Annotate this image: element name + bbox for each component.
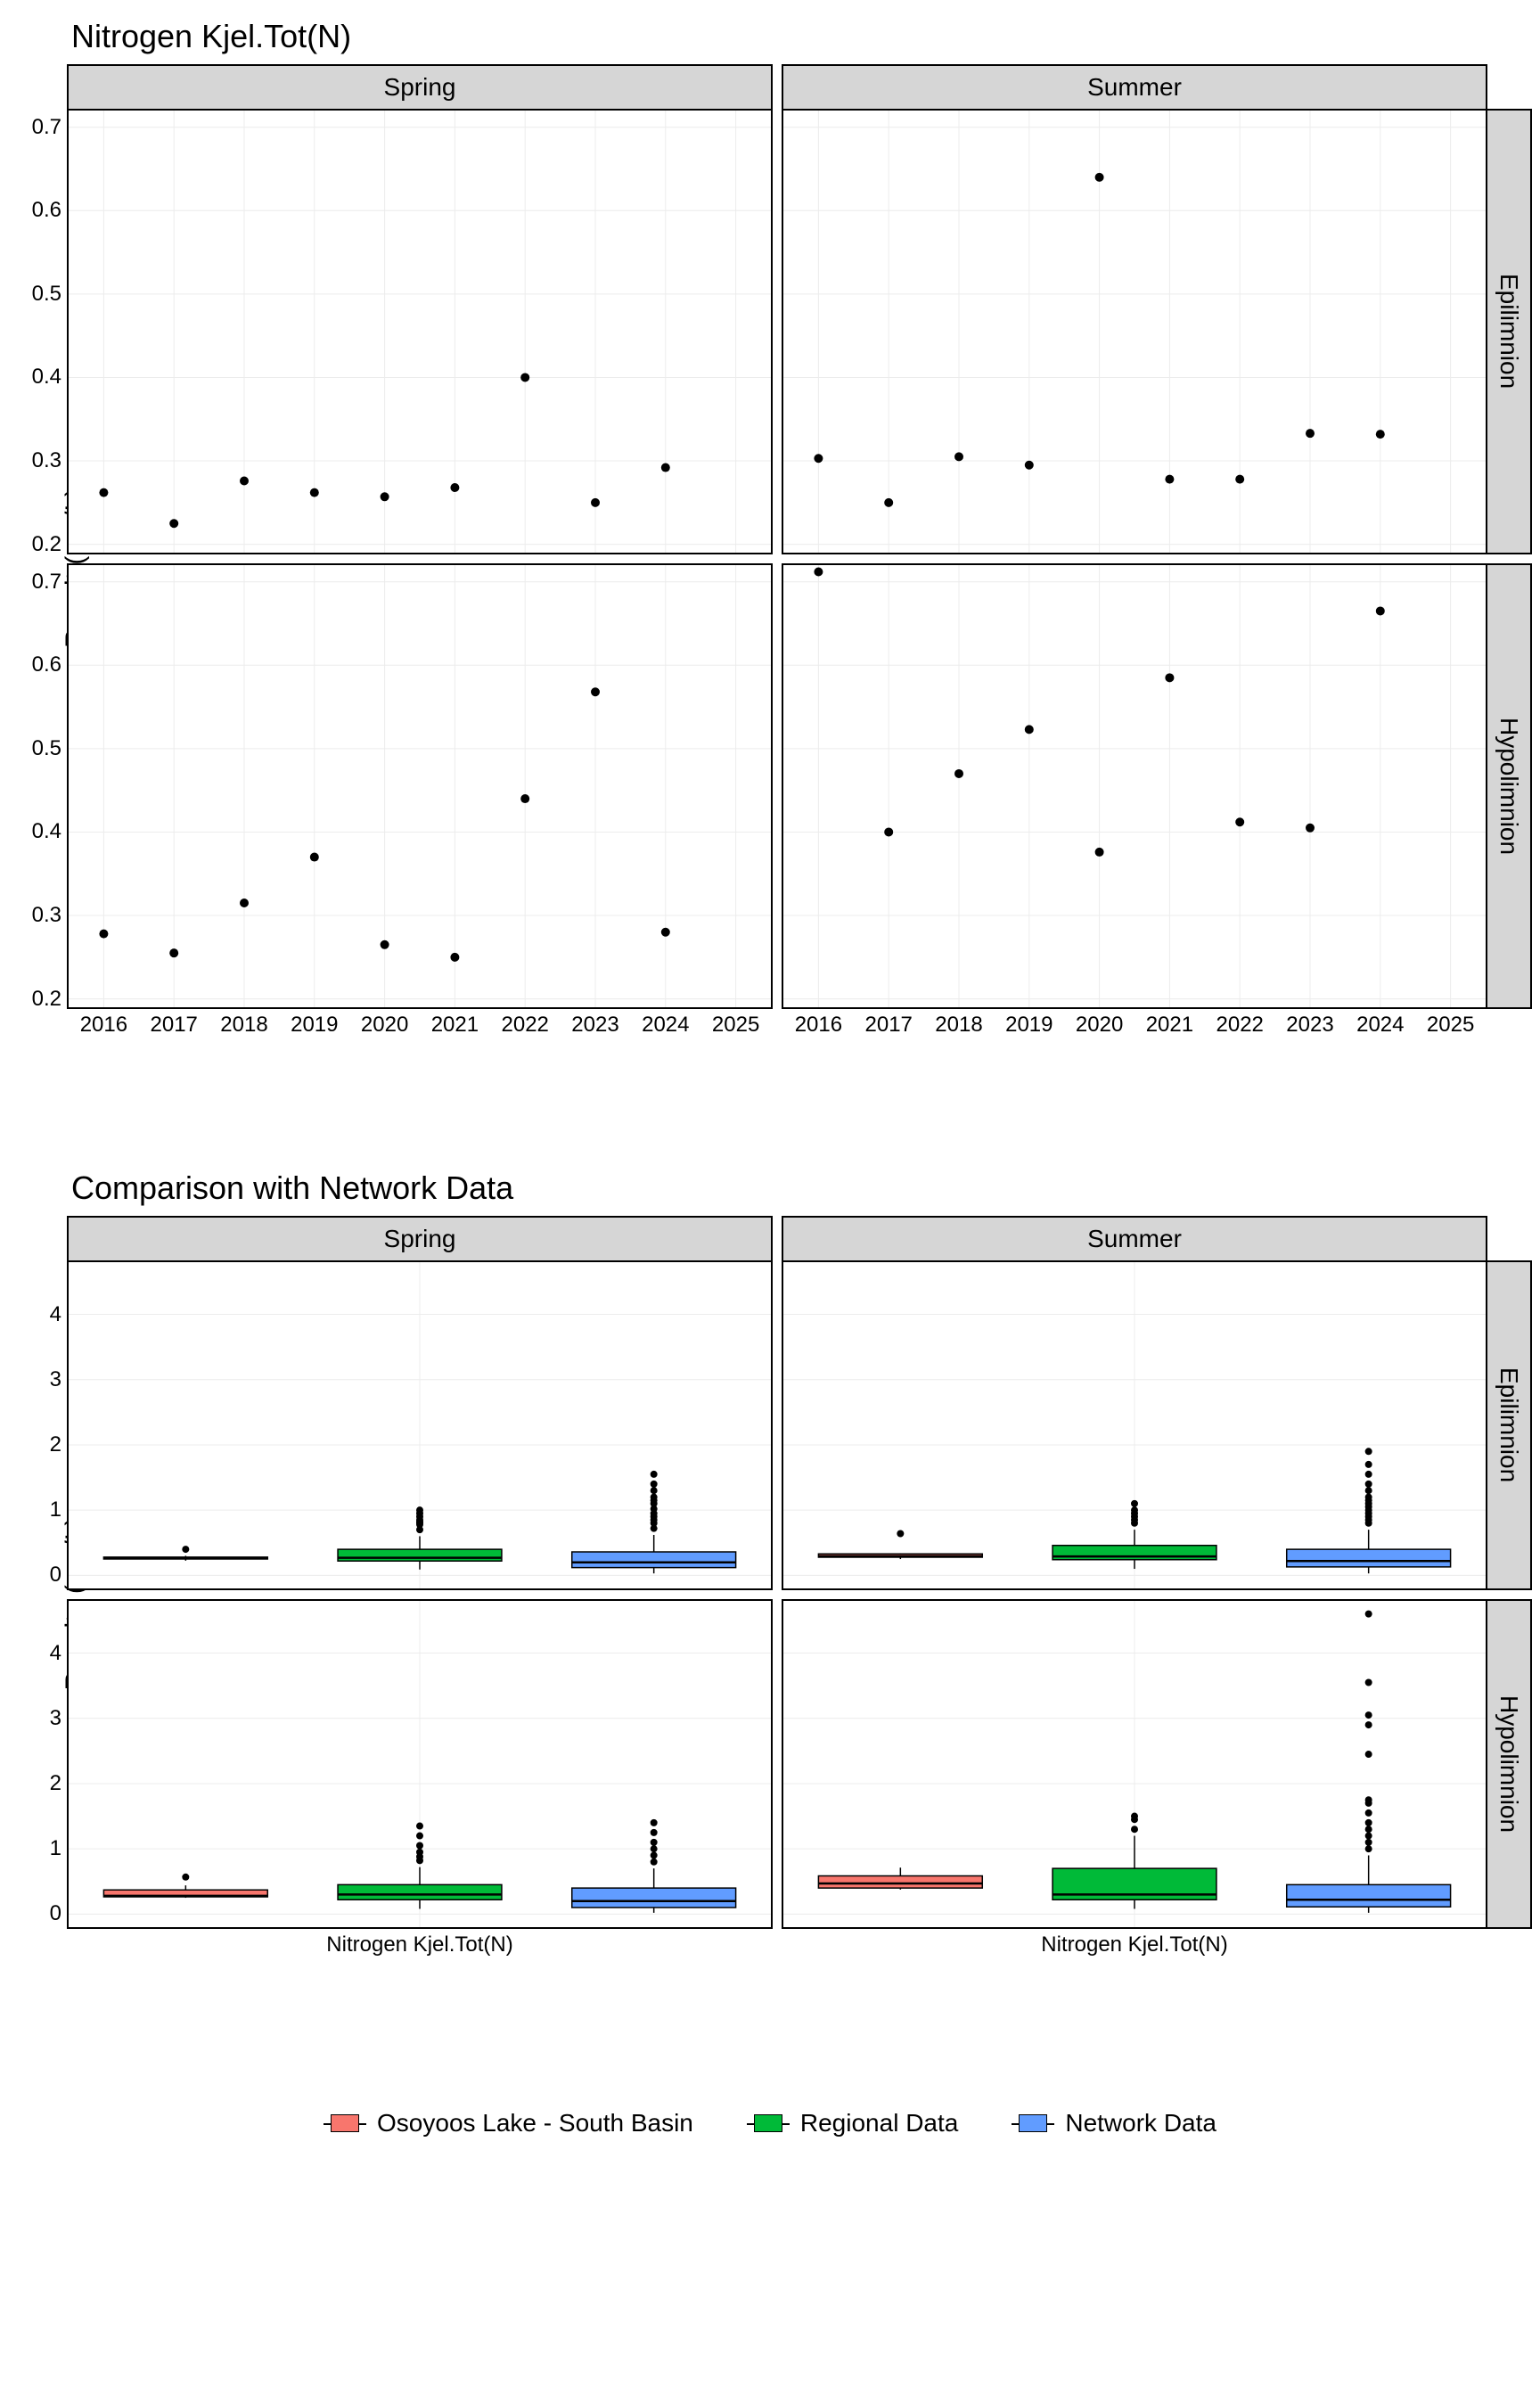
- legend-label: Network Data: [1065, 2109, 1216, 2138]
- facet-col-label: Summer: [1087, 73, 1182, 102]
- scatter-panel-set: Nitrogen Kjel.Tot(N) Result (mg/L) Sprin…: [0, 0, 1540, 1080]
- facet-col-summer: Summer: [782, 64, 1487, 109]
- y-tick-label: 4: [50, 1641, 69, 1666]
- x-tick-label: 2016: [80, 1007, 127, 1038]
- scatter-summer-epilimnion: [782, 109, 1487, 554]
- y-tick-label: 0.5: [32, 736, 69, 761]
- facet-row-label: Epilimnion: [1495, 274, 1523, 389]
- x-tick-label: 2019: [1005, 1007, 1053, 1038]
- x-tick-label: 2021: [1146, 1007, 1193, 1038]
- y-tick-label: 1: [50, 1498, 69, 1522]
- facet-grid-bottom: Results (mg/L) Spring Summer 01234 Epili…: [67, 1216, 1537, 1991]
- y-tick-label: 0.2: [32, 987, 69, 1012]
- y-tick-label: 0.2: [32, 532, 69, 557]
- box-summer-epilimnion: [782, 1260, 1487, 1590]
- x-tick-label: Nitrogen Kjel.Tot(N): [326, 1927, 512, 1957]
- facet-grid-top: Result (mg/L) Spring Summer 0.20.30.40.5…: [67, 64, 1537, 1071]
- x-tick-label: 2018: [220, 1007, 267, 1038]
- box-summer-hypolimnion: Nitrogen Kjel.Tot(N): [782, 1599, 1487, 1929]
- x-tick-label: 2025: [712, 1007, 759, 1038]
- y-tick-label: 0.6: [32, 198, 69, 223]
- x-tick-label: 2019: [291, 1007, 338, 1038]
- legend-label: Osoyoos Lake - South Basin: [377, 2109, 693, 2138]
- x-tick-label: 2025: [1427, 1007, 1474, 1038]
- facet-col-spring-b: Spring: [67, 1216, 773, 1260]
- x-tick-label: 2016: [795, 1007, 842, 1038]
- y-tick-label: 1: [50, 1836, 69, 1861]
- y-tick-label: 0.4: [32, 819, 69, 844]
- x-tick-label: 2024: [642, 1007, 689, 1038]
- y-tick-label: 0.6: [32, 652, 69, 677]
- box-spring-epilimnion: 01234: [67, 1260, 773, 1590]
- facet-col-label: Summer: [1087, 1225, 1182, 1253]
- x-tick-label: 2022: [1216, 1007, 1263, 1038]
- facet-row-hypolimnion: Hypolimnion: [1487, 563, 1532, 1009]
- y-tick-label: 2: [50, 1771, 69, 1796]
- facet-row-label: Epilimnion: [1495, 1367, 1523, 1482]
- x-tick-label: 2020: [361, 1007, 408, 1038]
- y-tick-label: 0.3: [32, 448, 69, 473]
- scatter-spring-epilimnion: 0.20.30.40.50.60.7: [67, 109, 773, 554]
- y-tick-label: 2: [50, 1432, 69, 1457]
- bottom-chart-title: Comparison with Network Data: [71, 1169, 1531, 1207]
- legend-item: Regional Data: [747, 2107, 958, 2139]
- x-tick-label: 2021: [431, 1007, 479, 1038]
- y-tick-label: 0: [50, 1563, 69, 1588]
- legend-key-network: [1012, 2107, 1054, 2139]
- legend-key-regional: [747, 2107, 790, 2139]
- facet-col-label: Spring: [384, 73, 456, 102]
- facet-col-spring: Spring: [67, 64, 773, 109]
- x-tick-label: 2017: [150, 1007, 197, 1038]
- y-tick-label: 0.7: [32, 570, 69, 595]
- y-tick-label: 3: [50, 1367, 69, 1392]
- y-tick-label: 0.5: [32, 282, 69, 307]
- y-tick-label: 0.7: [32, 115, 69, 140]
- facet-row-epilimnion-b: Epilimnion: [1487, 1260, 1532, 1590]
- y-tick-label: 0.4: [32, 365, 69, 390]
- legend-item: Network Data: [1012, 2107, 1216, 2139]
- x-tick-label: 2023: [571, 1007, 618, 1038]
- legend: Osoyoos Lake - South Basin Regional Data…: [0, 2072, 1540, 2193]
- y-tick-label: 0: [50, 1901, 69, 1926]
- x-tick-label: 2023: [1286, 1007, 1333, 1038]
- scatter-summer-hypolimnion: 2016201720182019202020212022202320242025: [782, 563, 1487, 1009]
- facet-row-label: Hypolimnion: [1495, 718, 1523, 855]
- x-tick-label: 2022: [501, 1007, 548, 1038]
- facet-row-epilimnion: Epilimnion: [1487, 109, 1532, 554]
- legend-label: Regional Data: [800, 2109, 958, 2138]
- x-tick-label: Nitrogen Kjel.Tot(N): [1041, 1927, 1227, 1957]
- facet-row-label: Hypolimnion: [1495, 1695, 1523, 1833]
- facet-row-hypolimnion-b: Hypolimnion: [1487, 1599, 1532, 1929]
- facet-col-summer-b: Summer: [782, 1216, 1487, 1260]
- box-panel-set: Comparison with Network Data Results (mg…: [0, 1152, 1540, 2000]
- x-tick-label: 2017: [864, 1007, 912, 1038]
- x-tick-label: 2024: [1356, 1007, 1404, 1038]
- x-tick-label: 2020: [1076, 1007, 1123, 1038]
- facet-col-label: Spring: [384, 1225, 456, 1253]
- y-tick-label: 3: [50, 1706, 69, 1731]
- top-chart-title: Nitrogen Kjel.Tot(N): [71, 18, 1531, 55]
- box-spring-hypolimnion: 01234Nitrogen Kjel.Tot(N): [67, 1599, 773, 1929]
- y-tick-label: 4: [50, 1302, 69, 1327]
- legend-key-osoyoos: [324, 2107, 366, 2139]
- x-tick-label: 2018: [935, 1007, 982, 1038]
- scatter-spring-hypolimnion: 0.20.30.40.50.60.72016201720182019202020…: [67, 563, 773, 1009]
- y-tick-label: 0.3: [32, 903, 69, 928]
- legend-item: Osoyoos Lake - South Basin: [324, 2107, 693, 2139]
